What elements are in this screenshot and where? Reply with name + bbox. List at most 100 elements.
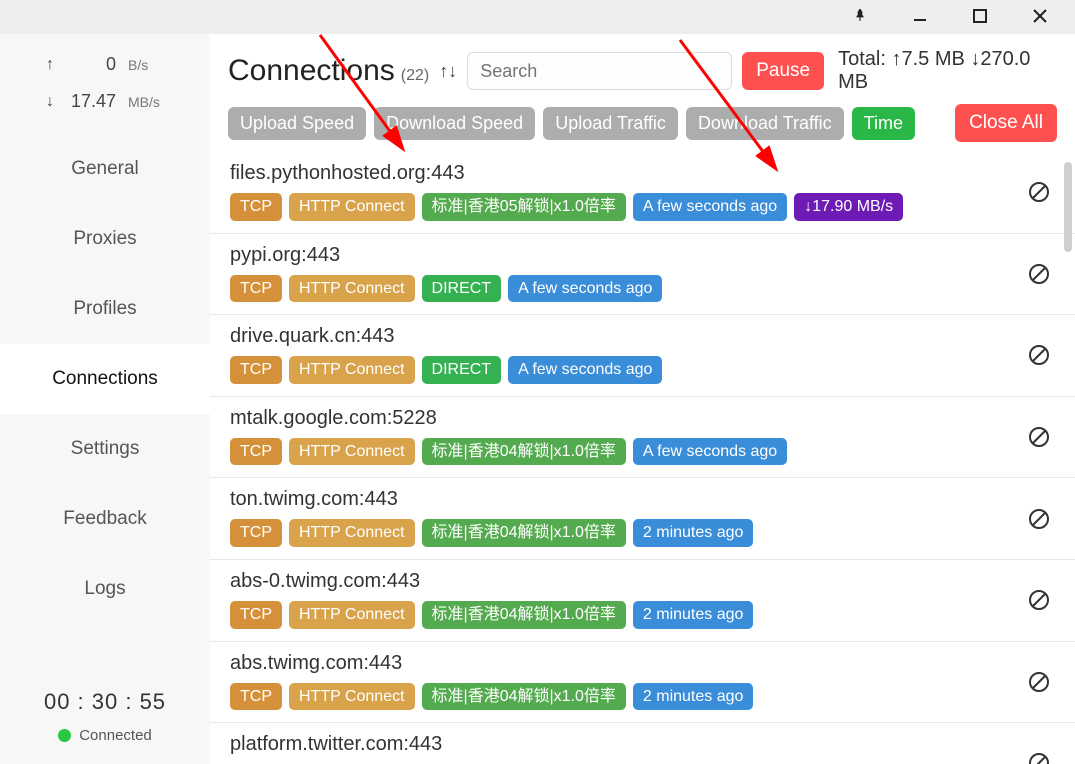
filter-row: Upload SpeedDownload SpeedUpload Traffic… xyxy=(210,100,1075,152)
page-title-text: Connections xyxy=(228,54,395,88)
tag-mode: HTTP Connect xyxy=(289,193,415,221)
connection-tags: TCPHTTP Connect标准|香港04解锁|x1.0倍率A few sec… xyxy=(230,438,1055,466)
connection-tags: TCPHTTP Connect标准|香港04解锁|x1.0倍率2 minutes… xyxy=(230,519,1055,547)
connection-row[interactable]: drive.quark.cn:443 TCPHTTP ConnectDIRECTA… xyxy=(210,314,1075,396)
download-speed-unit: MB/s xyxy=(128,94,164,110)
close-button[interactable] xyxy=(1025,7,1055,28)
block-icon[interactable] xyxy=(1027,507,1051,531)
connection-status: Connected xyxy=(0,727,210,744)
main-panel: Connections (22) ↑↓ Pause Total: ↑7.5 MB… xyxy=(210,34,1075,764)
upload-arrow-icon: ↑ xyxy=(46,56,54,74)
connection-status-label: Connected xyxy=(79,727,152,744)
tag-proxy: 标准|香港04解锁|x1.0倍率 xyxy=(422,601,626,629)
connection-tags: TCPHTTP Connect标准|香港04解锁|x1.0倍率2 minutes… xyxy=(230,601,1055,629)
maximize-button[interactable] xyxy=(965,7,995,28)
connection-tags: TCPHTTP Connect标准|香港04解锁|x1.0倍率2 minutes… xyxy=(230,683,1055,711)
connection-host: abs-0.twimg.com:443 xyxy=(230,570,1055,593)
sidebar-item-general[interactable]: General xyxy=(0,134,210,204)
tag-mode: HTTP Connect xyxy=(289,519,415,547)
tag-protocol: TCP xyxy=(230,683,282,711)
pause-button[interactable]: Pause xyxy=(742,52,824,90)
sidebar-footer: 00 : 30 : 55 Connected xyxy=(0,671,210,764)
search-input[interactable] xyxy=(467,52,732,90)
tag-protocol: TCP xyxy=(230,438,282,466)
download-arrow-icon: ↓ xyxy=(46,93,54,111)
connection-tags: TCPHTTP Connect标准|香港05解锁|x1.0倍率A few sec… xyxy=(230,193,1055,221)
connection-row[interactable]: platform.twitter.com:443TCPHTTP Connect标… xyxy=(210,722,1075,764)
sidebar-item-profiles[interactable]: Profiles xyxy=(0,274,210,344)
sidebar-item-connections[interactable]: Connections xyxy=(0,344,210,414)
block-icon[interactable] xyxy=(1027,588,1051,612)
filter-upload-traffic[interactable]: Upload Traffic xyxy=(543,107,678,140)
tag-mode: HTTP Connect xyxy=(289,683,415,711)
connection-host: platform.twitter.com:443 xyxy=(230,733,1055,756)
block-icon[interactable] xyxy=(1027,180,1051,204)
upload-speed-unit: B/s xyxy=(128,57,164,73)
tag-proxy: 标准|香港05解锁|x1.0倍率 xyxy=(422,193,626,221)
sidebar-nav: GeneralProxiesProfilesConnectionsSetting… xyxy=(0,134,210,624)
page-title: Connections (22) xyxy=(228,54,429,88)
tag-mode: HTTP Connect xyxy=(289,601,415,629)
upload-speed-value: 0 xyxy=(66,54,116,75)
pin-icon[interactable] xyxy=(845,5,875,30)
toolbar: Connections (22) ↑↓ Pause Total: ↑7.5 MB… xyxy=(210,34,1075,100)
tag-time: 2 minutes ago xyxy=(633,683,754,711)
status-dot-icon xyxy=(58,729,71,742)
connections-list[interactable]: files.pythonhosted.org:443TCPHTTP Connec… xyxy=(210,152,1075,764)
tag-time: A few seconds ago xyxy=(508,356,662,384)
tag-protocol: TCP xyxy=(230,356,282,384)
connection-host: drive.quark.cn:443 xyxy=(230,325,1055,348)
tag-mode: HTTP Connect xyxy=(289,356,415,384)
scrollbar-thumb[interactable] xyxy=(1064,162,1072,252)
download-speed-row: ↓ 17.47 MB/s xyxy=(20,83,190,120)
connection-row[interactable]: ton.twimg.com:443 TCPHTTP Connect标准|香港04解… xyxy=(210,477,1075,559)
sort-icon[interactable]: ↑↓ xyxy=(439,61,457,82)
sidebar-item-settings[interactable]: Settings xyxy=(0,414,210,484)
connection-tags: TCPHTTP ConnectDIRECTA few seconds ago xyxy=(230,275,1055,303)
block-icon[interactable] xyxy=(1027,751,1051,764)
tag-time: 2 minutes ago xyxy=(633,519,754,547)
download-speed-value: 17.47 xyxy=(66,91,116,112)
tag-proxy: DIRECT xyxy=(422,275,502,303)
tag-proxy: 标准|香港04解锁|x1.0倍率 xyxy=(422,438,626,466)
block-icon[interactable] xyxy=(1027,343,1051,367)
connection-count: (22) xyxy=(401,67,429,85)
window-titlebar xyxy=(0,0,1075,34)
connection-host: mtalk.google.com:5228 xyxy=(230,407,1055,430)
block-icon[interactable] xyxy=(1027,425,1051,449)
tag-protocol: TCP xyxy=(230,519,282,547)
tag-protocol: TCP xyxy=(230,193,282,221)
tag-proxy: 标准|香港04解锁|x1.0倍率 xyxy=(422,683,626,711)
filter-download-traffic[interactable]: Download Traffic xyxy=(686,107,844,140)
connection-host: files.pythonhosted.org:443 xyxy=(230,162,1055,185)
connections-list-wrap: files.pythonhosted.org:443TCPHTTP Connec… xyxy=(210,152,1075,764)
tag-proxy: DIRECT xyxy=(422,356,502,384)
tag-time: 2 minutes ago xyxy=(633,601,754,629)
minimize-button[interactable] xyxy=(905,7,935,28)
block-icon[interactable] xyxy=(1027,670,1051,694)
sidebar-item-feedback[interactable]: Feedback xyxy=(0,484,210,554)
tag-time: A few seconds ago xyxy=(508,275,662,303)
filter-upload-speed[interactable]: Upload Speed xyxy=(228,107,366,140)
connection-row[interactable]: mtalk.google.com:5228 TCPHTTP Connect标准|香… xyxy=(210,396,1075,478)
tag-proxy: 标准|香港04解锁|x1.0倍率 xyxy=(422,519,626,547)
filter-time[interactable]: Time xyxy=(852,107,915,140)
sidebar-item-proxies[interactable]: Proxies xyxy=(0,204,210,274)
upload-speed-row: ↑ 0 B/s xyxy=(20,46,190,83)
tag-speed: ↓17.90 MB/s xyxy=(794,193,903,221)
sidebar: ↑ 0 B/s ↓ 17.47 MB/s GeneralProxiesProfi… xyxy=(0,34,210,764)
connection-row[interactable]: files.pythonhosted.org:443 TCPHTTP Connec… xyxy=(210,152,1075,233)
close-all-button[interactable]: Close All xyxy=(955,104,1057,142)
connection-row[interactable]: abs.twimg.com:443TCPHTTP Connect标准|香港04解… xyxy=(210,641,1075,723)
uptime-timer: 00 : 30 : 55 xyxy=(0,689,210,715)
connection-tags: TCPHTTP ConnectDIRECTA few seconds ago xyxy=(230,356,1055,384)
tag-protocol: TCP xyxy=(230,601,282,629)
connection-row[interactable]: pypi.org:443 TCPHTTP ConnectDIRECTA few s… xyxy=(210,233,1075,315)
filter-download-speed[interactable]: Download Speed xyxy=(374,107,535,140)
block-icon[interactable] xyxy=(1027,262,1051,286)
sidebar-item-logs[interactable]: Logs xyxy=(0,554,210,624)
connection-host: pypi.org:443 xyxy=(230,244,1055,267)
tag-mode: HTTP Connect xyxy=(289,438,415,466)
connection-row[interactable]: abs-0.twimg.com:443 TCPHTTP Connect标准|香港0… xyxy=(210,559,1075,641)
connection-host: ton.twimg.com:443 xyxy=(230,488,1055,511)
